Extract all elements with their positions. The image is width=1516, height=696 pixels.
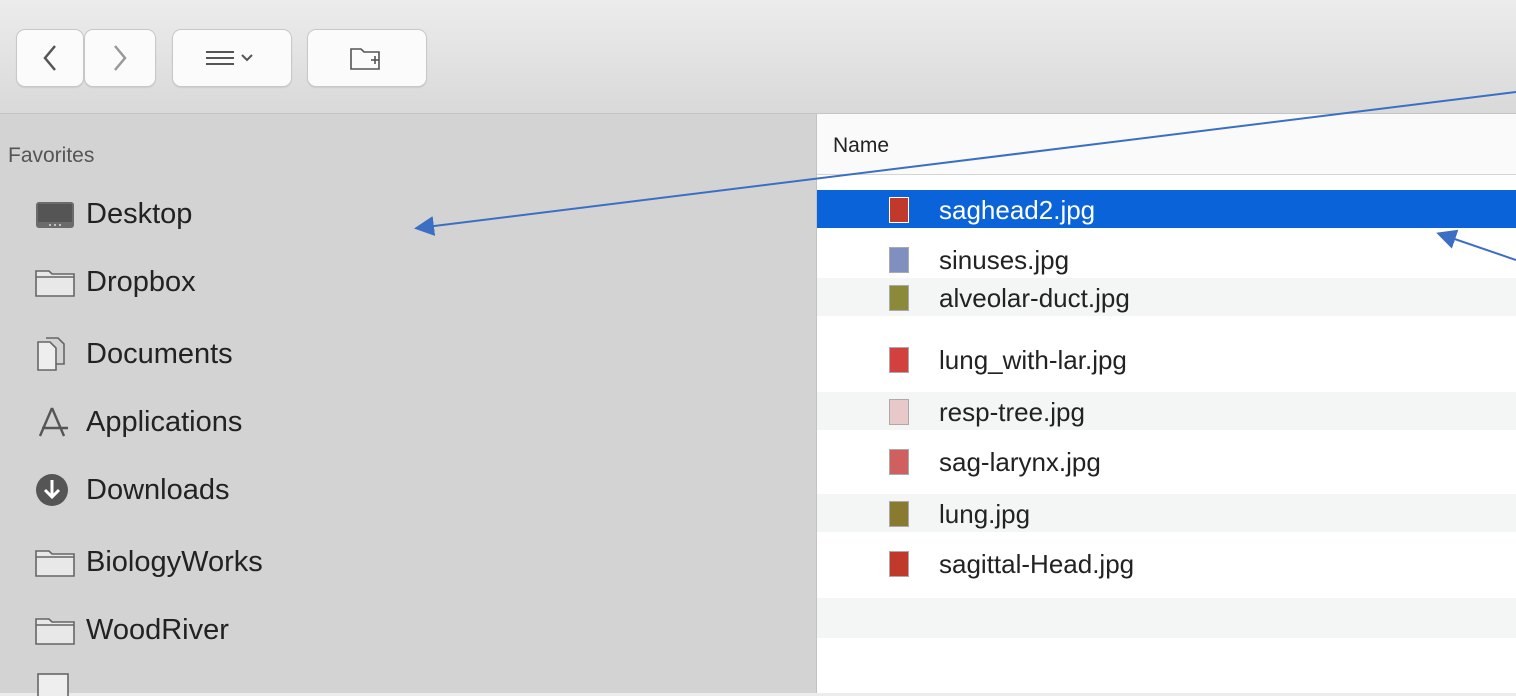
list-view-icon xyxy=(206,51,253,65)
image-thumbnail-icon xyxy=(889,399,909,425)
sidebar-item-desktop[interactable]: Desktop xyxy=(34,192,192,236)
chevron-left-icon xyxy=(43,45,56,71)
toolbar xyxy=(0,0,1516,114)
back-button[interactable] xyxy=(16,29,84,87)
new-folder-icon xyxy=(350,48,380,70)
folder-icon xyxy=(34,264,86,300)
sidebar-item-label: Dropbox xyxy=(86,265,196,298)
file-row[interactable]: saghead2.jpg xyxy=(817,190,1516,228)
file-name: sag-larynx.jpg xyxy=(939,447,1101,477)
file-row[interactable]: sinuses.jpg xyxy=(817,240,1516,278)
empty-row xyxy=(817,598,1516,638)
file-name: sinuses.jpg xyxy=(939,245,1070,275)
folder-icon xyxy=(34,544,86,580)
image-thumbnail-icon xyxy=(889,501,909,527)
image-thumbnail-icon xyxy=(889,449,909,475)
sidebar-item-label: Desktop xyxy=(86,197,193,230)
file-name: resp-tree.jpg xyxy=(939,397,1085,427)
column-header-name[interactable]: Name xyxy=(817,114,1516,175)
file-row[interactable]: resp-tree.jpg xyxy=(817,392,1516,430)
sidebar-item-dropbox[interactable]: Dropbox xyxy=(34,260,196,304)
folder-icon xyxy=(34,612,86,648)
file-row[interactable]: sag-larynx.jpg xyxy=(817,442,1516,480)
file-name: sagittal-Head.jpg xyxy=(939,549,1135,579)
sidebar-item-partial[interactable] xyxy=(34,672,86,696)
documents-icon xyxy=(34,336,86,372)
downloads-icon xyxy=(34,472,86,508)
file-row[interactable]: lung_with-lar.jpg xyxy=(817,340,1516,378)
sidebar-item-woodriver[interactable]: WoodRiver xyxy=(34,608,229,652)
new-folder-button[interactable] xyxy=(307,29,427,87)
sidebar-item-documents[interactable]: Documents xyxy=(34,332,233,376)
sidebar-item-label: Applications xyxy=(86,405,243,438)
applications-icon xyxy=(34,404,86,440)
image-thumbnail-icon xyxy=(889,247,909,273)
image-thumbnail-icon xyxy=(889,197,909,223)
sidebar-item-label: WoodRiver xyxy=(86,613,229,646)
sidebar-item-label: BiologyWorks xyxy=(86,545,263,578)
image-thumbnail-icon xyxy=(889,347,909,373)
document-icon xyxy=(34,672,86,696)
file-name: lung.jpg xyxy=(939,499,1031,529)
image-thumbnail-icon xyxy=(889,285,909,311)
file-row[interactable]: lung.jpg xyxy=(817,494,1516,532)
sidebar-item-downloads[interactable]: Downloads xyxy=(34,468,229,512)
sidebar-section-header: Favorites xyxy=(8,144,95,167)
file-row[interactable]: sagittal-Head.jpg xyxy=(817,544,1516,582)
file-row[interactable]: alveolar-duct.jpg xyxy=(817,278,1516,316)
sidebar-item-label: Documents xyxy=(86,337,233,370)
view-options-button[interactable] xyxy=(172,29,292,87)
forward-button[interactable] xyxy=(84,29,156,87)
file-name: alveolar-duct.jpg xyxy=(939,283,1130,313)
desktop-icon xyxy=(34,196,86,232)
chevron-right-icon xyxy=(114,45,127,71)
file-name: lung_with-lar.jpg xyxy=(939,345,1127,375)
sidebar-item-label: Downloads xyxy=(86,473,230,506)
image-thumbnail-icon xyxy=(889,551,909,577)
column-header-label: Name xyxy=(833,134,890,157)
sidebar-item-biologyworks[interactable]: BiologyWorks xyxy=(34,540,263,584)
file-name: saghead2.jpg xyxy=(939,195,1096,225)
sidebar-item-applications[interactable]: Applications xyxy=(34,400,242,444)
